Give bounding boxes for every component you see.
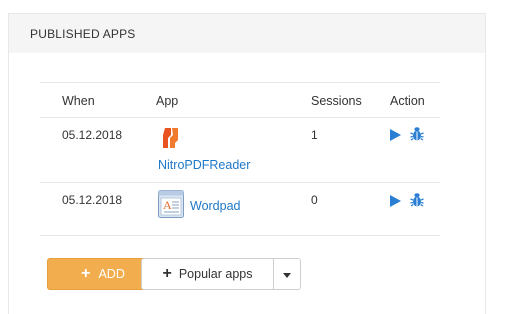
- row-sessions: 1: [311, 128, 318, 142]
- popular-apps-label: Popular apps: [178, 267, 253, 281]
- play-icon[interactable]: [390, 128, 401, 146]
- row-when: 05.12.2018: [62, 128, 123, 142]
- add-button-label: ADD: [98, 267, 125, 281]
- app-link-nitropdfreader[interactable]: NitroPDFReader: [158, 158, 250, 172]
- caret-down-icon: [283, 265, 291, 283]
- column-header-when: When: [62, 94, 95, 108]
- nitro-pdf-icon: [162, 126, 180, 155]
- popular-apps-button[interactable]: + Popular apps: [141, 258, 274, 290]
- bug-icon[interactable]: [410, 192, 424, 212]
- plus-icon: +: [81, 265, 91, 282]
- row-divider: [40, 182, 440, 183]
- panel-title: PUBLISHED APPS: [30, 27, 136, 41]
- panel-header: PUBLISHED APPS: [9, 14, 485, 53]
- row-divider: [40, 235, 440, 236]
- column-header-action: Action: [390, 94, 425, 108]
- plus-icon: +: [162, 265, 172, 282]
- column-header-app: App: [156, 94, 179, 108]
- wordpad-icon: A: [158, 190, 184, 223]
- play-icon[interactable]: [390, 194, 401, 212]
- column-header-sessions: Sessions: [311, 94, 362, 108]
- table-top-divider: [40, 82, 440, 83]
- app-link-wordpad[interactable]: Wordpad: [190, 199, 241, 213]
- svg-text:A: A: [163, 198, 172, 212]
- header-divider: [40, 117, 440, 118]
- bug-icon[interactable]: [410, 126, 424, 146]
- row-when: 05.12.2018: [62, 193, 123, 207]
- popular-apps-dropdown-toggle[interactable]: [273, 258, 301, 290]
- row-sessions: 0: [311, 193, 318, 207]
